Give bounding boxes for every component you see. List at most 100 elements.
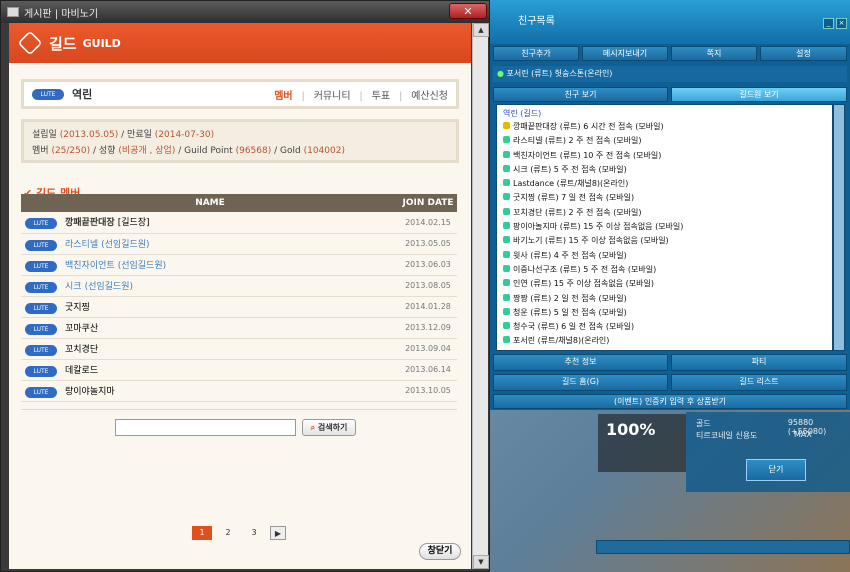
gold-amount: 95880 (+55080) <box>787 418 827 436</box>
close-icon[interactable]: × <box>836 18 847 29</box>
type-label: 성향 <box>98 146 116 156</box>
scroll-down-icon[interactable]: ▼ <box>473 555 489 569</box>
member-name-cell: LUTE 백친자이언트 (선임길드원) <box>21 254 399 276</box>
next-page-button[interactable]: ▶ <box>270 526 286 540</box>
member-table: NAME JOIN DATE LUTE 깡패끝판대장 [길드장] 2014.02.15… <box>21 194 457 402</box>
status-icon <box>503 264 510 272</box>
friend-text: 윗사 (류트) 4 주 전 접속 (모바일) <box>513 250 627 260</box>
friend-item[interactable]: 백친자이언트 (류트) 10 주 전 접속 (모바일) <box>503 150 832 164</box>
friends-bottom-row3: (이벤트) 인증키 입력 후 상품받기 <box>493 394 847 409</box>
tab-friends[interactable]: 친구 보기 <box>493 87 668 102</box>
friend-list-scrollbar[interactable] <box>833 104 845 351</box>
menu-separator: | <box>301 90 305 102</box>
settings-button[interactable]: 설정 <box>760 46 847 61</box>
member-name[interactable]: 데칼로드 <box>65 366 98 376</box>
close-page-button[interactable]: 창닫기 <box>419 543 461 560</box>
friend-item[interactable]: 포서린 (류트/채널8)(온라인) <box>503 335 832 349</box>
app-icon <box>7 7 19 17</box>
member-name[interactable]: 시크 <box>65 282 82 292</box>
table-row[interactable]: LUTE 깡패끝판대장 [길드장] 2014.02.15 <box>21 212 457 234</box>
table-row[interactable]: LUTE 꼬마쿠산 2013.12.09 <box>21 317 457 339</box>
friend-item[interactable]: 깡패끝판대장 (류트) 6 시간 전 접속 (모바일) <box>503 121 832 135</box>
member-name[interactable]: 깡패끝판대장 <box>65 218 115 228</box>
friend-item[interactable]: Lastdance (류트/채널8)(온라인) <box>503 178 832 192</box>
friend-item[interactable]: 팡이아놀지마 (류트) 15 주 이상 접속없음 (모바일) <box>503 221 832 235</box>
menu-community[interactable]: 커뮤니티 <box>314 91 351 102</box>
join-date: 2013.08.05 <box>399 275 457 297</box>
tab-guild-members[interactable]: 길드원 보기 <box>671 87 847 102</box>
page-1[interactable]: 1 <box>192 526 212 540</box>
friend-item[interactable]: 윗사 (류트) 4 주 전 접속 (모바일) <box>503 250 832 264</box>
member-name[interactable]: 백친자이언트 <box>65 261 115 271</box>
credit-key: 티르코네일 신용도 <box>696 431 758 440</box>
menu-vote[interactable]: 투표 <box>372 91 390 102</box>
recommend-info-button[interactable]: 추천 정보 <box>493 354 668 371</box>
guild-header: 길드 GUILD <box>9 23 471 63</box>
member-name-cell: LUTE 깡패끝판대장 [길드장] <box>21 212 399 234</box>
menu-members[interactable]: 멤버 <box>274 91 292 102</box>
friend-item[interactable]: 바기노기 (류트) 15 주 이상 접속없음 (모바일) <box>503 235 832 249</box>
search-button[interactable]: ⌕ 검색하기 <box>302 419 356 436</box>
friend-item[interactable]: 굿지찡 (류트) 7 일 전 접속 (모바일) <box>503 192 832 206</box>
friend-item[interactable]: 라스티넬 (류트) 2 주 전 접속 (모바일) <box>503 135 832 149</box>
add-friend-button[interactable]: 친구추가 <box>493 46 579 61</box>
event-key-button[interactable]: (이벤트) 인증키 입력 후 상품받기 <box>493 394 847 409</box>
friends-window: 친구목록 _ × 친구추가 메시지보내기 쪽지 설정 ● 포서린 (류트) 헛숭… <box>490 0 850 410</box>
guild-group-label: 역린 (길드) <box>503 109 542 118</box>
friend-text: 청수국 (류트) 6 일 전 접속 (모바일) <box>513 322 635 332</box>
guild-name: 역린 <box>72 88 93 101</box>
note-button[interactable]: 쪽지 <box>671 46 757 61</box>
table-row[interactable]: LUTE 시크 (선임길드원) 2013.08.05 <box>21 275 457 297</box>
friend-item[interactable]: 꼬치경단 (류트) 2 주 전 접속 (모바일) <box>503 207 832 221</box>
friend-item[interactable]: 청운 (류트) 5 일 전 접속 (모바일) <box>503 307 832 321</box>
friend-item[interactable]: 인연 (류트) 15 주 이상 접속없음 (모바일) <box>503 278 832 292</box>
type-value: (비공개 , 상업) <box>118 146 176 156</box>
friend-item[interactable]: 청수국 (류트) 6 일 전 접속 (모바일) <box>503 321 832 335</box>
member-role: (선임길드원) <box>84 281 133 292</box>
gold-label: Gold <box>280 146 301 156</box>
join-date: 2013.09.04 <box>399 338 457 360</box>
search-row: ⌕ 검색하기 <box>115 419 356 436</box>
friends-top-buttons: 친구추가 메시지보내기 쪽지 설정 <box>493 46 847 61</box>
scroll-up-icon[interactable]: ▲ <box>473 23 489 37</box>
table-row[interactable]: LUTE 꼬치경단 2013.09.04 <box>21 338 457 360</box>
member-name[interactable]: 굿지찡 <box>65 303 90 313</box>
page-3[interactable]: 3 <box>244 526 264 540</box>
person-icon: ● <box>497 69 504 78</box>
table-row[interactable]: LUTE 굿지찡 2014.01.28 <box>21 296 457 318</box>
minimize-icon[interactable]: _ <box>823 18 834 29</box>
member-role: (선임길드원) <box>101 239 150 250</box>
member-name-cell: LUTE 데칼로드 <box>21 359 399 381</box>
friend-item[interactable]: 시크 (류트) 5 주 전 접속 (모바일) <box>503 164 832 178</box>
table-row[interactable]: LUTE 데칼로드 2013.06.14 <box>21 359 457 381</box>
table-row[interactable]: LUTE 백친자이언트 (선임길드원) 2013.06.03 <box>21 254 457 276</box>
page-2[interactable]: 2 <box>218 526 238 540</box>
member-name[interactable]: 랑이야놀지마 <box>65 387 115 397</box>
search-icon: ⌕ <box>310 423 316 432</box>
guild-home-button[interactable]: 길드 홈(G) <box>493 374 668 391</box>
friend-text: 짱짱 (류트) 2 일 전 접속 (모바일) <box>513 293 627 303</box>
status-icon <box>503 164 510 172</box>
window-close-button[interactable]: ✕ <box>449 3 487 19</box>
send-message-button[interactable]: 메시지보내기 <box>582 46 668 61</box>
join-date: 2013.06.14 <box>399 359 457 381</box>
friend-text: 깡패끝판대장 (류트) 6 시간 전 접속 (모바일) <box>513 122 664 131</box>
hud-close-button[interactable]: 닫기 <box>746 459 806 481</box>
board-scrollbar[interactable]: ▲ ▼ <box>472 23 489 569</box>
bottom-bar <box>596 540 850 554</box>
search-input[interactable] <box>115 419 296 436</box>
member-name[interactable]: 라스티넬 <box>65 240 98 250</box>
friend-item[interactable]: 짱짱 (류트) 2 일 전 접속 (모바일) <box>503 293 832 307</box>
guild-list-button[interactable]: 길드 리스트 <box>671 374 847 391</box>
guild-info-line2: 멤버 (25/250) / 성향 (비공개 , 상업) / Guild Poin… <box>32 146 345 156</box>
founded-value: (2013.05.05) <box>59 130 119 140</box>
join-date: 2014.01.28 <box>399 296 457 318</box>
menu-budget[interactable]: 예산신청 <box>411 91 448 102</box>
member-name[interactable]: 꼬마쿠산 <box>65 324 98 334</box>
table-row[interactable]: LUTE 랑이야놀지마 2013.10.05 <box>21 380 457 402</box>
status-icon <box>503 193 510 201</box>
friend-item[interactable]: 이중나선구조 (류트) 5 주 전 접속 (모바일) <box>503 264 832 278</box>
party-button[interactable]: 파티 <box>671 354 847 371</box>
member-name[interactable]: 꼬치경단 <box>65 345 98 355</box>
table-row[interactable]: LUTE 라스티넬 (선임길드원) 2013.05.05 <box>21 233 457 255</box>
